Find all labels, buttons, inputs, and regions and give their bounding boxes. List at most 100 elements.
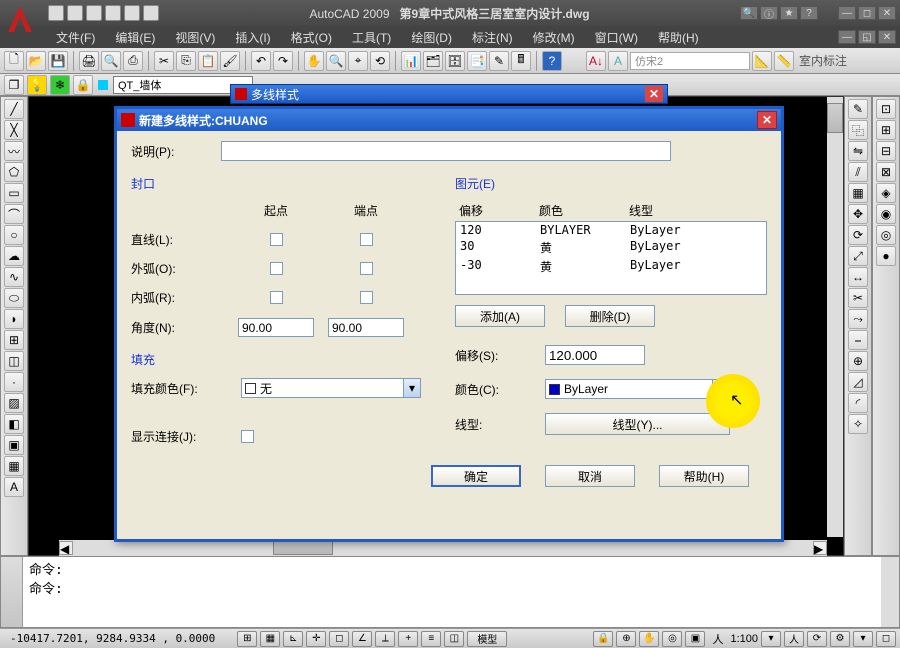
explode-icon[interactable]: ✧ <box>848 414 868 434</box>
spline-icon[interactable]: ∿ <box>4 267 24 287</box>
arc-icon[interactable]: ⌒ <box>4 204 24 224</box>
layer-freeze-icon[interactable]: ❄ <box>50 75 70 95</box>
angle-start-input[interactable] <box>238 318 314 337</box>
erase-icon[interactable]: ✎ <box>848 99 868 119</box>
menu-help[interactable]: 帮助(H) <box>650 27 707 48</box>
stretch-icon[interactable]: ↔ <box>848 267 868 287</box>
undo-icon[interactable]: ↶ <box>251 51 271 71</box>
copy-obj-icon[interactable]: ⿻ <box>848 120 868 140</box>
menu-file[interactable]: 文件(F) <box>48 27 103 48</box>
text-style-combo[interactable]: 仿宋2 <box>630 52 750 70</box>
model-button[interactable]: 模型 <box>467 631 507 647</box>
dialog-close-button[interactable]: ✕ <box>757 111 777 129</box>
layer-lock-icon[interactable]: 🔒 <box>73 75 93 95</box>
qat-save-icon[interactable] <box>86 5 102 21</box>
status-anno2-icon[interactable]: ⟳ <box>807 631 827 647</box>
ok-button[interactable]: 确定 <box>431 465 521 487</box>
scroll-right-icon[interactable]: ▶ <box>813 541 827 555</box>
minimize-button[interactable]: — <box>838 6 856 20</box>
scroll-thumb-h[interactable] <box>273 541 333 555</box>
lwt-icon[interactable]: ≡ <box>421 631 441 647</box>
scroll-left-icon[interactable]: ◀ <box>59 541 73 555</box>
extend-icon[interactable]: ⤳ <box>848 309 868 329</box>
tool6-icon[interactable]: ◉ <box>876 204 896 224</box>
scale-icon[interactable]: ⤢ <box>848 246 868 266</box>
dc-icon[interactable]: 🗂 <box>423 51 443 71</box>
move-icon[interactable]: ✥ <box>848 204 868 224</box>
fillet-icon[interactable]: ◜ <box>848 393 868 413</box>
menu-dim[interactable]: 标注(N) <box>464 27 521 48</box>
dimstyle2-icon[interactable]: 📏 <box>774 51 794 71</box>
status-lock-icon[interactable]: 🔒 <box>593 631 613 647</box>
trim-icon[interactable]: ✂ <box>848 288 868 308</box>
menu-insert[interactable]: 插入(I) <box>227 27 278 48</box>
zoom-win-icon[interactable]: ⌖ <box>348 51 368 71</box>
hatch-icon[interactable]: ▨ <box>4 393 24 413</box>
qat-print-icon[interactable] <box>105 5 121 21</box>
status-pan-icon[interactable]: ✋ <box>639 631 659 647</box>
array-icon[interactable]: ▦ <box>848 183 868 203</box>
status-tray-icon[interactable]: ▾ <box>853 631 873 647</box>
zoom-prev-icon[interactable]: ⟲ <box>370 51 390 71</box>
tool7-icon[interactable]: ◎ <box>876 225 896 245</box>
zoom-rt-icon[interactable]: 🔍 <box>326 51 346 71</box>
elements-listbox[interactable]: 120 BYLAYER ByLayer 30 黄 ByLayer -30 黄 B… <box>455 221 767 295</box>
gradient-icon[interactable]: ◧ <box>4 414 24 434</box>
cap-line-start-checkbox[interactable] <box>270 233 283 246</box>
osnap-icon[interactable]: ◻ <box>329 631 349 647</box>
cut-icon[interactable]: ✂ <box>154 51 174 71</box>
cap-inner-end-checkbox[interactable] <box>360 291 373 304</box>
snap-icon[interactable]: ⊞ <box>237 631 257 647</box>
tool1-icon[interactable]: ⊡ <box>876 99 896 119</box>
publish-icon[interactable]: ⎙ <box>123 51 143 71</box>
status-scale-dd-icon[interactable]: ▾ <box>761 631 781 647</box>
redo-icon[interactable]: ↷ <box>273 51 293 71</box>
color-combo[interactable]: ByLayer ▾ <box>545 379 730 399</box>
paste-icon[interactable]: 📋 <box>198 51 218 71</box>
chevron-down-icon[interactable]: ▾ <box>403 379 420 397</box>
props-icon[interactable]: 📊 <box>401 51 421 71</box>
polygon-icon[interactable]: ⬠ <box>4 162 24 182</box>
delete-button[interactable]: 删除(D) <box>565 305 655 327</box>
join-icon[interactable]: ⊕ <box>848 351 868 371</box>
layer-on-icon[interactable]: 💡 <box>27 75 47 95</box>
maximize-button[interactable]: ◻ <box>858 6 876 20</box>
rect-icon[interactable]: ▭ <box>4 183 24 203</box>
cap-inner-start-checkbox[interactable] <box>270 291 283 304</box>
tool2-icon[interactable]: ⊞ <box>876 120 896 140</box>
markup-icon[interactable]: ✎ <box>489 51 509 71</box>
ducs-icon[interactable]: ⟂ <box>375 631 395 647</box>
element-row[interactable]: 30 黄 ByLayer <box>456 238 766 257</box>
offset-icon[interactable]: ⫽ <box>848 162 868 182</box>
calc-icon[interactable]: 🖩 <box>511 51 531 71</box>
pan-icon[interactable]: ✋ <box>304 51 324 71</box>
angle-end-input[interactable] <box>328 318 404 337</box>
cap-line-end-checkbox[interactable] <box>360 233 373 246</box>
status-anno-icon[interactable]: 人 <box>784 631 804 647</box>
otrack-icon[interactable]: ∠ <box>352 631 372 647</box>
tp-icon[interactable]: 🗄 <box>445 51 465 71</box>
chevron-down-icon[interactable]: ▾ <box>712 380 729 398</box>
textstyle-a2-icon[interactable]: A <box>608 51 628 71</box>
print-icon[interactable]: 🖨 <box>79 51 99 71</box>
linetype-button[interactable]: 线型(Y)... <box>545 413 730 435</box>
doc-restore-button[interactable]: ◱ <box>858 30 876 44</box>
polar-icon[interactable]: ✛ <box>306 631 326 647</box>
menu-view[interactable]: 视图(V) <box>167 27 223 48</box>
point-icon[interactable]: · <box>4 372 24 392</box>
mtext-icon[interactable]: A <box>4 477 24 497</box>
status-wheel-icon[interactable]: ◎ <box>662 631 682 647</box>
command-scrollbar[interactable] <box>881 557 899 627</box>
mlstyle-close-icon[interactable]: ✕ <box>645 86 663 102</box>
ssm-icon[interactable]: 📑 <box>467 51 487 71</box>
menu-edit[interactable]: 编辑(E) <box>107 27 163 48</box>
status-clean-icon[interactable]: ◻ <box>876 631 896 647</box>
status-ws-icon[interactable]: ⚙ <box>830 631 850 647</box>
add-button[interactable]: 添加(A) <box>455 305 545 327</box>
dialog-titlebar[interactable]: 新建多线样式:CHUANG ✕ <box>117 109 781 131</box>
element-row[interactable]: 120 BYLAYER ByLayer <box>456 222 766 238</box>
status-scale[interactable]: 1:100 <box>730 633 758 645</box>
scrollbar-horizontal[interactable]: ◀ ▶ <box>59 540 827 556</box>
doc-close-button[interactable]: ✕ <box>878 30 896 44</box>
tool8-icon[interactable]: ● <box>876 246 896 266</box>
